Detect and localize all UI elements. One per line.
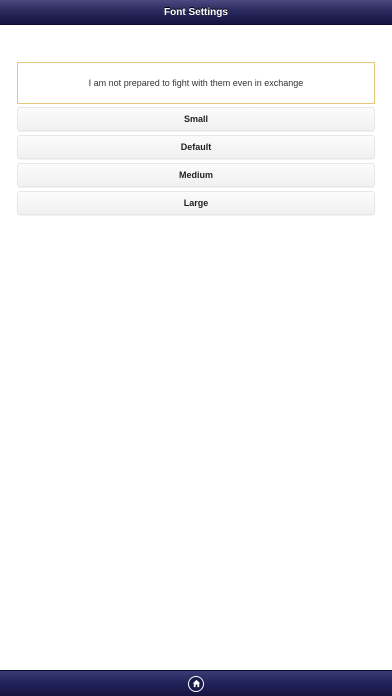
font-preview-box: I am not prepared to fight with them eve… — [17, 62, 375, 104]
font-size-large-button[interactable]: Large — [17, 191, 375, 215]
font-size-label: Default — [180, 142, 212, 152]
home-button[interactable] — [188, 675, 204, 692]
font-size-options: Small Default Medium Large — [17, 107, 375, 219]
page-title: Font Settings — [164, 6, 228, 18]
home-icon — [192, 679, 200, 688]
header-bar: Font Settings — [0, 0, 392, 25]
font-size-label: Medium — [178, 170, 213, 180]
font-size-small-button[interactable]: Small — [17, 107, 375, 131]
font-size-medium-button[interactable]: Medium — [17, 163, 375, 187]
font-size-label: Small — [183, 114, 208, 124]
font-size-default-button[interactable]: Default — [17, 135, 375, 159]
font-size-label: Large — [183, 198, 209, 208]
font-preview-text: I am not prepared to fight with them eve… — [88, 78, 304, 88]
footer-bar — [0, 670, 392, 696]
